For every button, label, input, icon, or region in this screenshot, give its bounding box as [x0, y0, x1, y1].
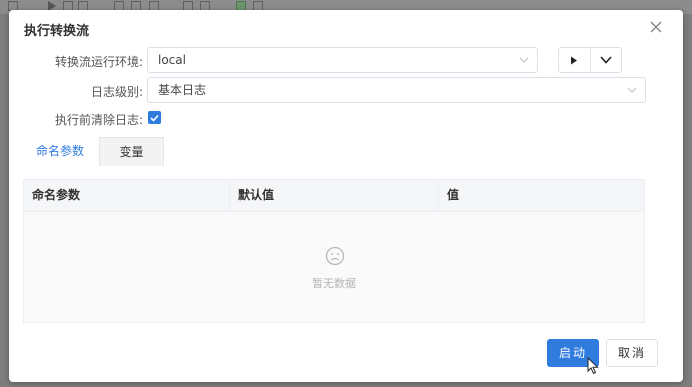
sad-face-icon: [325, 246, 345, 266]
run-config-button-group: [558, 47, 622, 73]
log-level-select-value: 基本日志: [158, 83, 207, 97]
table-header: 命名参数 默认值 值: [24, 180, 644, 212]
run-transformation-dialog: 执行转换流 转换流运行环境: local 日志级别: 基本日志 执行前清除日志:: [9, 10, 683, 382]
tab-named-parameters[interactable]: 命名参数: [23, 137, 97, 166]
dialog-title: 执行转换流: [24, 24, 90, 39]
log-level-select[interactable]: 基本日志: [147, 77, 646, 103]
column-header-default-value: 默认值: [229, 180, 438, 211]
clear-log-label: 执行前清除日志:: [54, 113, 143, 127]
cancel-button[interactable]: 取消: [606, 339, 658, 367]
tab-variables[interactable]: 变量: [99, 137, 164, 166]
parameters-table: 命名参数 默认值 值 暂无数据: [23, 179, 645, 323]
clear-log-checkbox[interactable]: [148, 111, 161, 124]
chevron-down-icon: [600, 56, 612, 64]
env-label: 转换流运行环境:: [54, 55, 143, 69]
env-select[interactable]: local: [147, 47, 538, 73]
run-button[interactable]: [559, 48, 590, 72]
chevron-down-icon: [519, 57, 529, 63]
check-icon: [150, 114, 159, 122]
cursor-icon: [587, 357, 599, 375]
chevron-down-icon: [627, 87, 637, 93]
run-options-dropdown-button[interactable]: [589, 48, 622, 72]
column-header-named-parameter: 命名参数: [32, 188, 81, 202]
column-header-value: 值: [438, 180, 644, 211]
close-icon[interactable]: [649, 20, 663, 34]
play-icon: [571, 56, 578, 64]
log-level-label: 日志级别:: [90, 85, 143, 99]
env-select-value: local: [158, 53, 186, 67]
empty-state-text: 暂无数据: [312, 277, 356, 290]
